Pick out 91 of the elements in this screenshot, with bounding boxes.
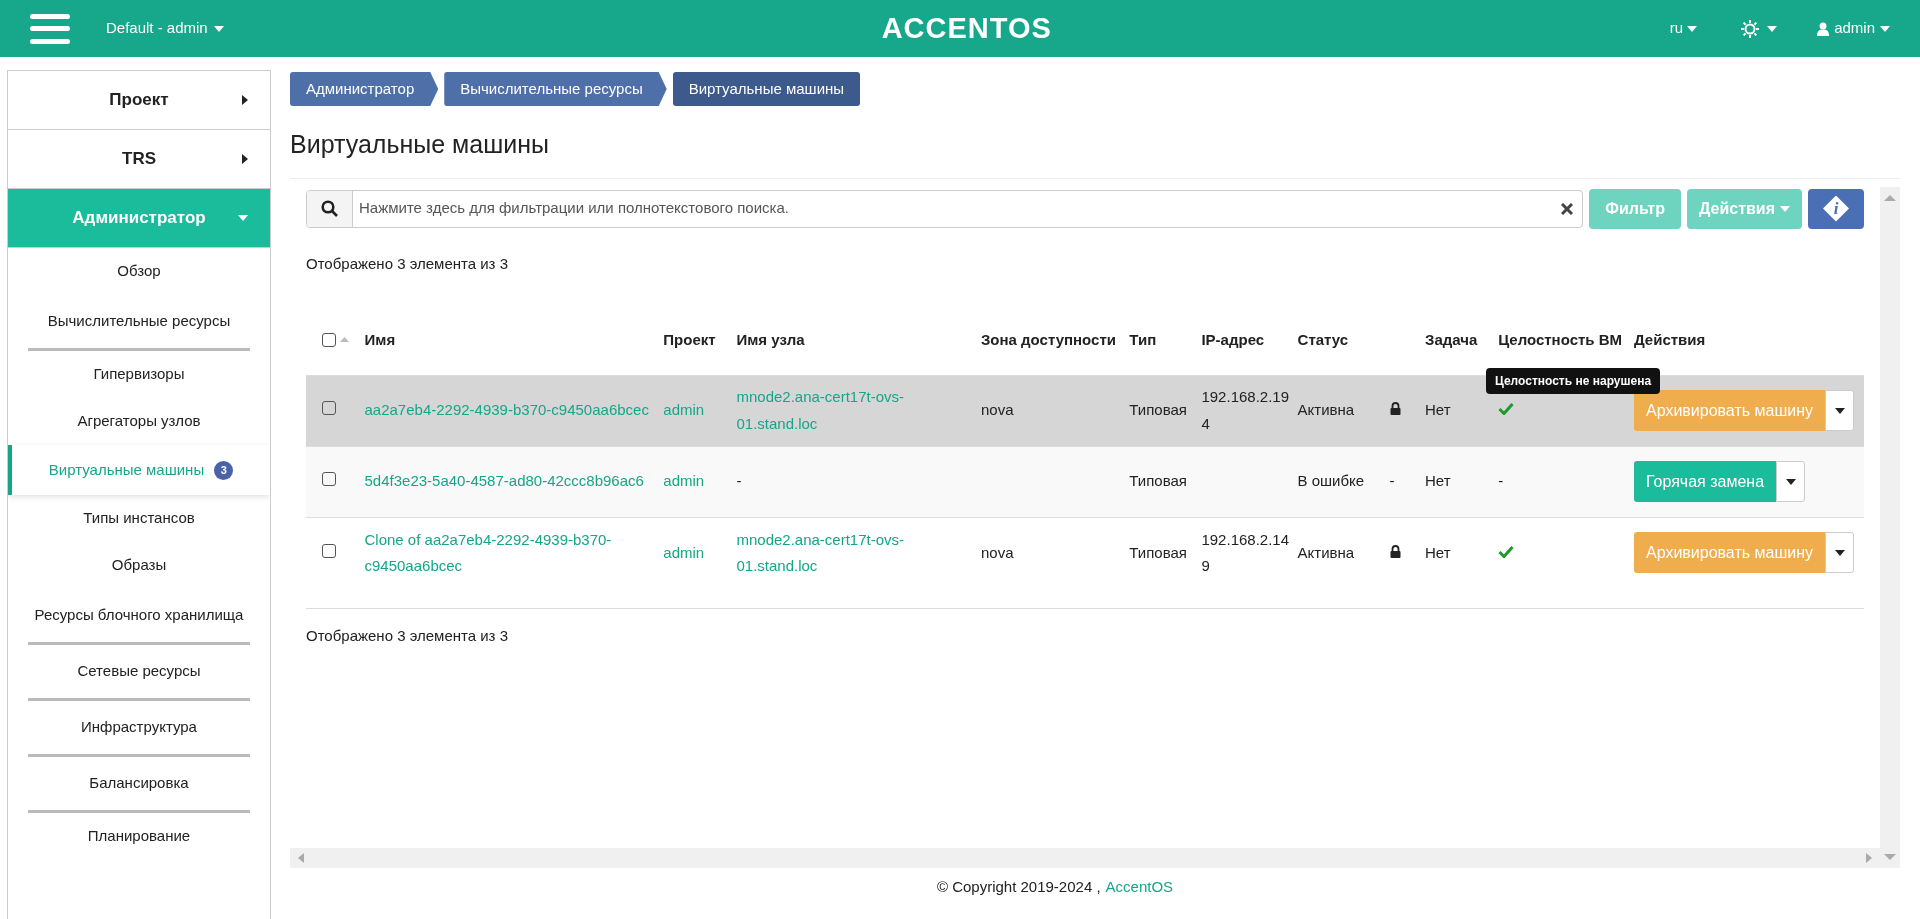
table-cell-text: nova <box>980 400 1015 421</box>
project-link[interactable]: admin <box>663 539 731 566</box>
scroll-up-icon[interactable] <box>1884 194 1896 201</box>
sidebar-item[interactable]: Обзор <box>8 248 270 295</box>
host-link[interactable]: mnode2.ana-cert17t-ovs-01.stand.loc <box>736 526 975 579</box>
table-cell-text: В ошибке <box>1297 471 1366 492</box>
item-count: Отображено 3 элемента из 3 <box>306 253 509 274</box>
page-title: Виртуальные машины <box>290 129 550 160</box>
breadcrumb-link[interactable]: Виртуальные машины <box>672 72 861 106</box>
sidebar-group[interactable]: Балансировка <box>28 757 250 813</box>
sidebar-item-label: Виртуальные машины <box>48 459 205 480</box>
caret-right-icon <box>242 154 248 164</box>
caret-icon <box>1780 205 1790 212</box>
sidebar-item[interactable]: Образы <box>8 542 270 589</box>
table-row[interactable]: 5d4f3e23-5a40-4587-ad80-42ccc8b96ac6 admin - Типовая В ошибке - Нет - Горячая замена <box>306 446 1864 517</box>
sidebar-group[interactable]: Инфраструктура <box>28 701 250 757</box>
item-count: Отображено 3 элемента из 3 <box>306 608 1864 648</box>
breadcrumb-link[interactable]: Администратор <box>290 72 439 106</box>
search-icon <box>321 200 338 217</box>
table-cell-text: Типовая <box>1129 542 1188 563</box>
table-cell: - <box>1498 472 1504 490</box>
column-header: Действия <box>1634 330 1706 348</box>
menu-icon[interactable] <box>30 13 70 44</box>
column-header: Проект <box>663 330 716 348</box>
caret-icon <box>1687 25 1698 32</box>
sort-icon[interactable] <box>340 337 349 343</box>
table-cell-text: Типовая <box>1129 400 1188 421</box>
dropdown-toggle[interactable] <box>1825 532 1855 574</box>
instance-link[interactable]: Clone of aa2a7eb4-2292-4939-b370-c9450aa6bcec <box>364 526 658 579</box>
user-icon <box>1817 21 1830 36</box>
copyright-text: © Copyright 2019-2024 , <box>936 876 1101 897</box>
horizontal-scrollbar[interactable] <box>290 847 1880 868</box>
instance-link[interactable]: 5d4f3e23-5a40-4587-ad80-42ccc8b96ac6 <box>364 468 658 495</box>
sidebar-item[interactable]: Планирование <box>8 813 270 860</box>
checkbox[interactable] <box>322 332 336 347</box>
caret-down-icon <box>238 215 248 221</box>
table-cell-text: Активна <box>1297 542 1356 563</box>
column-header: Имя <box>364 330 396 348</box>
caret-icon <box>1834 407 1845 414</box>
sidebar-item[interactable]: Виртуальные машины 3 <box>8 445 270 495</box>
table-cell-text: nova <box>980 542 1015 563</box>
language-dropdown[interactable]: ru <box>1669 17 1698 40</box>
tooltip: Целостность не нарушена <box>1486 367 1661 394</box>
table-cell-text: Активна <box>1297 400 1356 421</box>
checkbox[interactable] <box>322 472 336 487</box>
sun-icon <box>1741 19 1760 38</box>
breadcrumb-link[interactable]: Вычислительные ресурсы <box>444 72 667 106</box>
sidebar-group[interactable]: Вычислительные ресурсы <box>28 295 250 351</box>
user-dropdown[interactable]: admin <box>1817 17 1890 40</box>
caret-icon <box>1880 25 1890 32</box>
column-header: Целостность ВМ <box>1498 330 1623 348</box>
clear-icon[interactable] <box>1561 202 1574 215</box>
caret-icon <box>1785 478 1796 485</box>
column-header: IP-адрес <box>1201 330 1265 348</box>
caret-icon <box>1767 25 1778 32</box>
vertical-scrollbar[interactable] <box>1880 186 1900 868</box>
count-badge: 3 <box>214 460 234 480</box>
table-cell-text: Нет <box>1425 471 1452 492</box>
column-header: Имя узла <box>736 330 805 348</box>
sidebar-item[interactable]: Агрегаторы узлов <box>8 398 270 445</box>
sidebar-item[interactable]: Гипервизоры <box>8 351 270 398</box>
sidebar-group[interactable]: Ресурсы блочного хранилища <box>28 589 250 645</box>
table-cell-text: Типовая <box>1129 471 1188 492</box>
column-header: Зона доступности <box>980 330 1116 348</box>
info-button[interactable]: i <box>1808 188 1864 229</box>
theme-dropdown[interactable] <box>1741 19 1778 38</box>
caret-right-icon <box>242 95 248 105</box>
footer-link[interactable]: AccentOS <box>1105 875 1174 898</box>
column-header: Задача <box>1425 330 1478 348</box>
scroll-down-icon[interactable] <box>1884 853 1896 860</box>
logo: ACCENTOS <box>881 10 1052 46</box>
project-dropdown[interactable]: Default - admin <box>106 17 224 40</box>
table-cell-text: Нет <box>1425 542 1452 563</box>
sidebar-item[interactable]: Типы инстансов <box>8 495 270 542</box>
checkbox[interactable] <box>322 401 336 416</box>
scroll-right-icon[interactable] <box>1866 852 1872 863</box>
project-link[interactable]: admin <box>663 468 731 495</box>
table-cell-text: - <box>736 471 743 492</box>
table-cell-text: 192.168.2.194 <box>1201 387 1291 434</box>
caret-icon <box>213 25 224 32</box>
column-header: Тип <box>1129 330 1157 348</box>
sidebar-group[interactable]: Сетевые ресурсы <box>28 645 250 701</box>
checkbox[interactable] <box>322 543 336 558</box>
table-cell-text: 192.168.2.149 <box>1201 529 1291 576</box>
scroll-left-icon[interactable] <box>298 852 304 863</box>
dropdown-toggle[interactable] <box>1776 461 1806 502</box>
table-cell-text: Нет <box>1425 400 1452 421</box>
dropdown-toggle[interactable] <box>1825 390 1855 431</box>
table-cell: - <box>1389 472 1395 490</box>
column-header: Статус <box>1297 330 1349 348</box>
caret-icon <box>1834 549 1845 556</box>
